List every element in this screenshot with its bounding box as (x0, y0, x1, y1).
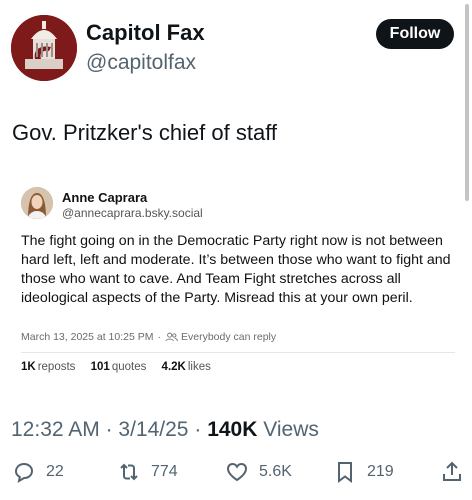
reply-count: 22 (46, 463, 64, 480)
action-bar: 22 774 5.6K 219 (0, 460, 472, 492)
quoted-reposts-count[interactable]: 1K (21, 361, 36, 373)
quoted-quotes-label: quotes (111, 361, 147, 373)
heart-icon (226, 462, 248, 482)
like-count: 5.6K (259, 463, 292, 480)
repost-icon (120, 463, 138, 481)
quoted-post-stats: 1K reposts 101 quotes 4.2K likes (21, 361, 223, 373)
bookmark-count: 219 (367, 463, 394, 480)
dot-separator: · (105, 418, 113, 441)
share-icon (443, 461, 461, 481)
avatar[interactable] (11, 15, 77, 81)
bookmark-button[interactable]: 219 (333, 460, 394, 484)
reply-icon (14, 462, 34, 484)
follow-button[interactable]: Follow (376, 19, 454, 49)
bookmark-icon (338, 462, 352, 483)
capitol-logo-icon (11, 15, 77, 81)
share-button[interactable] (440, 460, 464, 484)
quoted-author-handle[interactable]: @annecaprara.bsky.social (62, 206, 203, 220)
display-name[interactable]: Capitol Fax (86, 20, 205, 46)
like-button[interactable]: 5.6K (225, 460, 292, 484)
post-time[interactable]: 12:32 AM (11, 418, 100, 441)
dot-separator: · (194, 418, 202, 441)
quoted-post-body: The fight going on in the Democratic Par… (21, 233, 451, 306)
views-label: Views (263, 418, 319, 441)
repost-count: 774 (151, 463, 178, 480)
meta-separator: · (157, 331, 162, 343)
people-icon (165, 332, 178, 342)
quoted-post-meta: March 13, 2025 at 10:25 PM · Everybody c… (21, 331, 276, 343)
reply-button[interactable]: 22 (12, 460, 64, 484)
user-handle[interactable]: @capitolfax (86, 51, 196, 75)
person-photo-icon (21, 187, 53, 219)
reply-setting: Everybody can reply (181, 331, 277, 343)
tweet-text: Gov. Pritzker's chief of staff (12, 120, 278, 145)
divider (21, 352, 455, 353)
post-date[interactable]: 3/14/25 (118, 418, 188, 441)
scrollbar[interactable] (465, 4, 469, 201)
quoted-likes-label: likes (187, 361, 211, 373)
views-count: 140K (207, 418, 258, 441)
quoted-author-avatar[interactable] (21, 187, 53, 219)
quoted-author-name[interactable]: Anne Caprara (62, 190, 147, 205)
quoted-reposts-label: reposts (37, 361, 76, 373)
quoted-likes-count[interactable]: 4.2K (162, 361, 186, 373)
quoted-post-timestamp: March 13, 2025 at 10:25 PM (21, 331, 154, 343)
repost-button[interactable]: 774 (117, 460, 178, 484)
quoted-quotes-count[interactable]: 101 (91, 361, 110, 373)
post-timestamp: 12:32 AM · 3/14/25 · 140K Views (11, 418, 319, 442)
